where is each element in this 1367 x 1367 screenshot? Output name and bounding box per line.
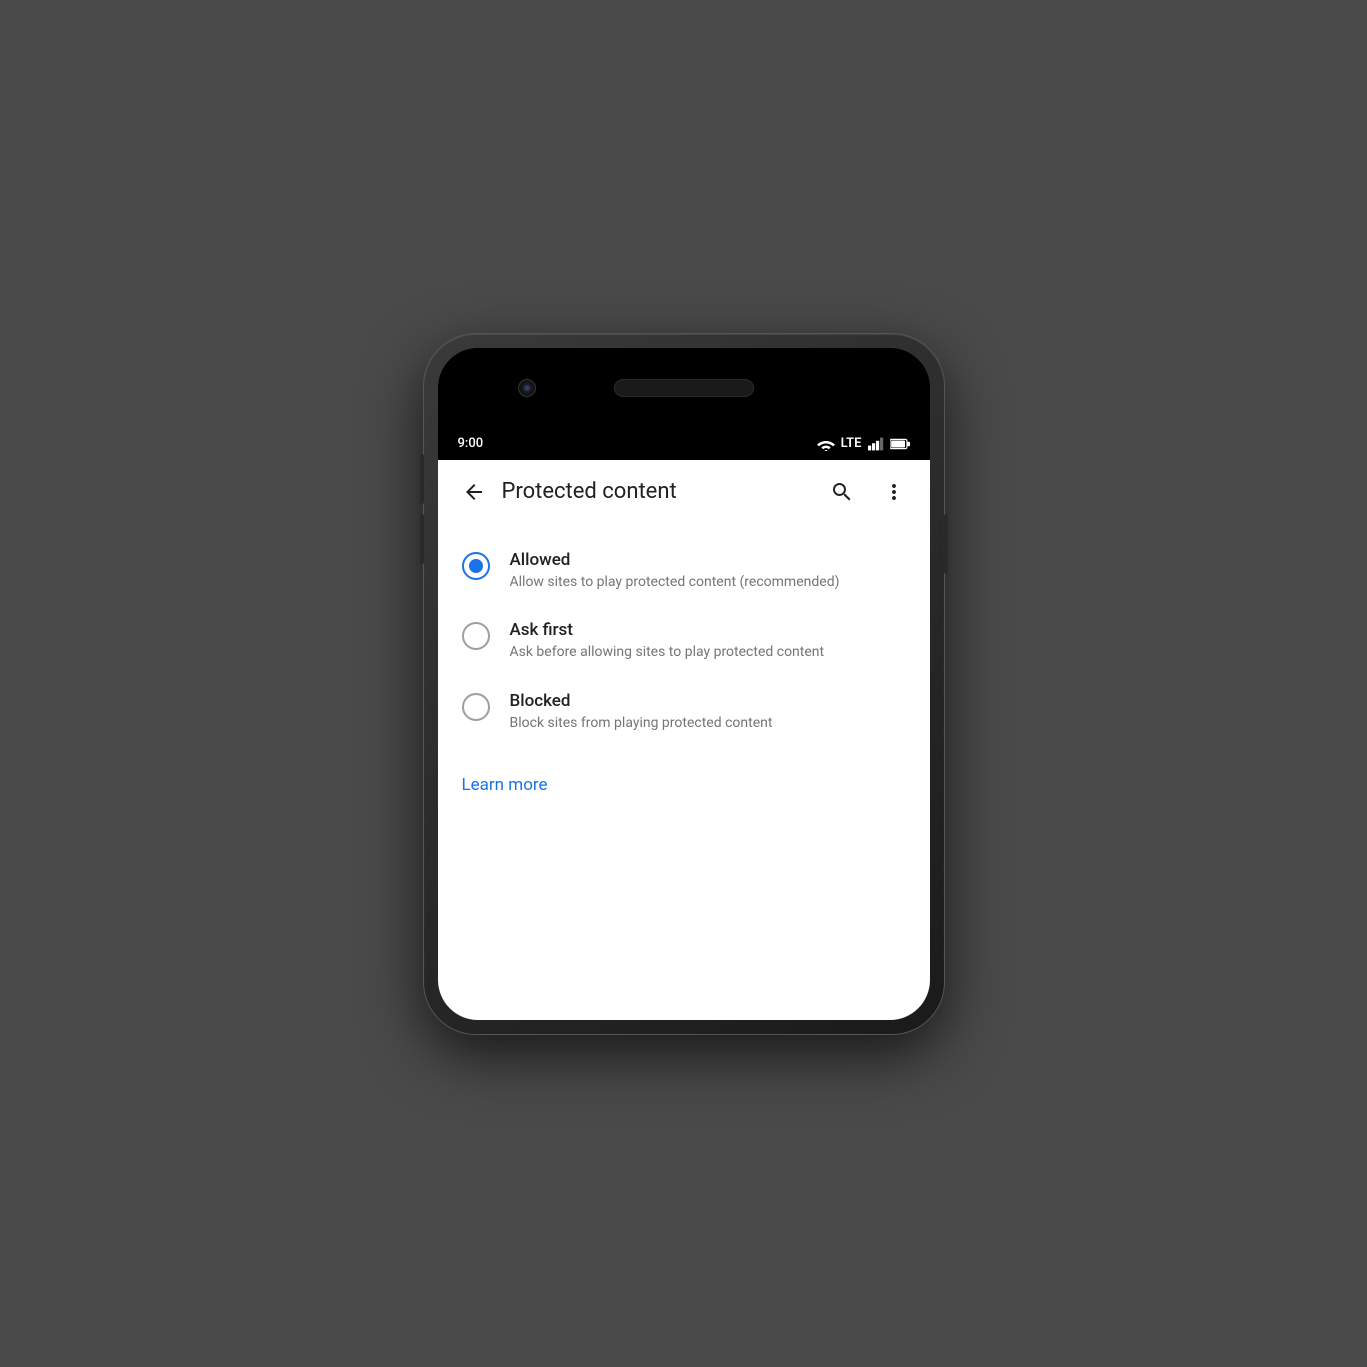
learn-more-link[interactable]: Learn more: [462, 775, 548, 795]
option-ask-first-text: Ask first Ask before allowing sites to p…: [510, 620, 906, 663]
options-list: Allowed Allow sites to play protected co…: [438, 524, 930, 760]
front-camera: [518, 379, 536, 397]
option-blocked-desc: Block sites from playing protected conte…: [510, 714, 906, 734]
radio-ask-first[interactable]: [462, 622, 490, 650]
radio-allowed-fill: [469, 559, 483, 573]
back-icon: [462, 480, 486, 504]
page-title: Protected content: [502, 479, 818, 504]
status-bar: 9:00 LTE: [438, 428, 930, 460]
battery-icon: [890, 437, 910, 451]
option-allowed-text: Allowed Allow sites to play protected co…: [510, 550, 906, 593]
top-bezel: [438, 348, 930, 428]
option-allowed-desc: Allow sites to play protected content (r…: [510, 573, 906, 593]
learn-more-section: Learn more: [438, 759, 930, 811]
screen-content: Protected content: [438, 460, 930, 1020]
status-time: 9:00: [458, 436, 484, 451]
phone-device: 9:00 LTE: [424, 334, 944, 1034]
lte-label: LTE: [841, 436, 862, 451]
option-allowed[interactable]: Allowed Allow sites to play protected co…: [438, 536, 930, 607]
search-icon: [830, 480, 854, 504]
status-icons: LTE: [817, 436, 910, 451]
option-ask-first[interactable]: Ask first Ask before allowing sites to p…: [438, 606, 930, 677]
radio-blocked[interactable]: [462, 693, 490, 721]
volume-up-button[interactable]: [420, 454, 424, 504]
wifi-icon: [817, 437, 835, 451]
option-blocked[interactable]: Blocked Block sites from playing protect…: [438, 677, 930, 748]
option-blocked-text: Blocked Block sites from playing protect…: [510, 691, 906, 734]
option-allowed-title: Allowed: [510, 550, 906, 570]
app-bar: Protected content: [438, 460, 930, 524]
search-button[interactable]: [818, 468, 866, 516]
more-icon: [882, 480, 906, 504]
signal-icon: [868, 437, 884, 451]
app-bar-actions: [818, 468, 918, 516]
phone-screen: 9:00 LTE: [438, 348, 930, 1020]
radio-allowed[interactable]: [462, 552, 490, 580]
option-ask-first-desc: Ask before allowing sites to play protec…: [510, 643, 906, 663]
back-button[interactable]: [450, 468, 498, 516]
speaker-grille: [614, 379, 754, 397]
option-ask-first-title: Ask first: [510, 620, 906, 640]
volume-down-button[interactable]: [420, 514, 424, 564]
more-options-button[interactable]: [870, 468, 918, 516]
power-button[interactable]: [944, 514, 948, 574]
option-blocked-title: Blocked: [510, 691, 906, 711]
